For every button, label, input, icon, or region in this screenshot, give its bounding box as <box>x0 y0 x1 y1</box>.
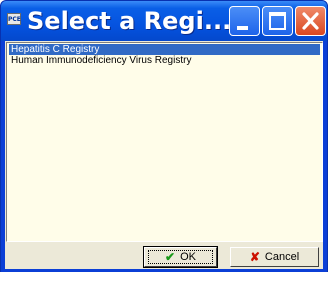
window-title: Select a Regi... <box>27 7 232 35</box>
x-icon: ✘ <box>249 250 260 264</box>
maximize-button[interactable] <box>262 6 293 36</box>
dialog-body: Hepatitis C Registry Human Immunodeficie… <box>5 41 323 269</box>
cancel-label: Cancel <box>264 251 300 263</box>
close-icon <box>302 12 319 30</box>
ok-button[interactable]: ✔ OK <box>143 246 218 268</box>
dialog-window: PCE Select a Regi... Hepatitis C Registr… <box>0 0 328 272</box>
title-bar[interactable]: PCE Select a Regi... <box>1 1 327 41</box>
app-icon[interactable]: PCE <box>7 13 21 25</box>
cancel-button[interactable]: ✘ Cancel <box>230 247 319 267</box>
registry-listbox[interactable]: Hepatitis C Registry Human Immunodeficie… <box>6 42 323 242</box>
minimize-button[interactable] <box>229 6 260 36</box>
maximize-icon <box>269 12 286 30</box>
window-border <box>1 269 327 272</box>
minimize-icon <box>237 26 248 30</box>
close-button[interactable] <box>295 6 326 36</box>
list-item[interactable]: Human Immunodeficiency Virus Registry <box>9 55 320 66</box>
focus-rectangle <box>148 250 213 264</box>
list-item[interactable]: Hepatitis C Registry <box>9 44 320 55</box>
